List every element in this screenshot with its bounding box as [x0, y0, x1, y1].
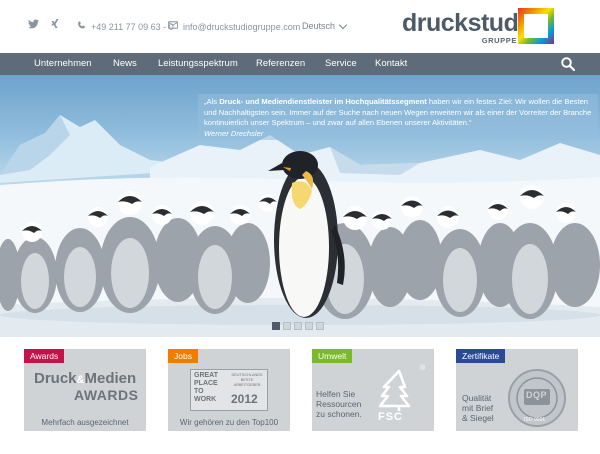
- hero-quote: „Als Druck- und Mediendienstleister im H…: [198, 94, 598, 140]
- card-caption-awards: Mehrfach ausgezeichnet: [41, 418, 129, 427]
- quote-author: Werner Drechsler: [204, 128, 264, 138]
- top-bar: +49 211 77 09 63 - 0 info@druckstudiogru…: [0, 0, 600, 53]
- slider-dot[interactable]: [305, 322, 313, 330]
- email-contact[interactable]: info@druckstudiogruppe.com: [168, 21, 300, 32]
- email-address: info@druckstudiogruppe.com: [183, 21, 301, 32]
- chevron-down-icon: [338, 20, 348, 29]
- phone-number: +49 211 77 09 63 - 0: [91, 22, 174, 32]
- language-selector[interactable]: Deutsch: [302, 20, 348, 31]
- druck-medien-awards-logo: Druck&Medien AWARDS: [34, 370, 139, 403]
- nav-item-leistungsspektrum[interactable]: Leistungsspektrum: [158, 53, 238, 75]
- fsc-label: FSC: [378, 411, 403, 423]
- main-navigation: Unternehmen News Leistungsspektrum Refer…: [0, 53, 600, 75]
- zertifikate-card[interactable]: Zertifikate Qualität mit Brief & Siegel …: [456, 349, 578, 431]
- envelope-icon: [168, 21, 178, 32]
- umwelt-text: Helfen Sie Ressourcen zu schonen.: [316, 389, 362, 419]
- slider-dot[interactable]: [316, 322, 324, 330]
- nav-item-kontakt[interactable]: Kontakt: [375, 53, 407, 75]
- phone-icon: [77, 21, 86, 33]
- umwelt-card[interactable]: Umwelt Helfen Sie Ressourcen zu schonen.…: [312, 349, 434, 431]
- slider-dot[interactable]: [294, 322, 302, 330]
- quote-open: „Als: [204, 97, 220, 106]
- awards-card[interactable]: Awards Druck&Medien AWARDS Mehrfach ausg…: [24, 349, 146, 431]
- great-place-to-work-badge: GREAT PLACE TO WORK DEUTSCHLANDS BESTE A…: [190, 369, 268, 411]
- nav-item-news[interactable]: News: [113, 53, 137, 75]
- slider-dot[interactable]: [272, 322, 280, 330]
- search-icon[interactable]: [560, 56, 576, 72]
- nav-item-service[interactable]: Service: [325, 53, 357, 75]
- jobs-card[interactable]: Jobs GREAT PLACE TO WORK DEUTSCHLANDS BE…: [168, 349, 290, 431]
- registered-mark: ®: [420, 365, 426, 372]
- quote-highlight: Druck- und Mediendienstleister im Hochqu…: [219, 97, 427, 106]
- company-logo[interactable]: druckstudio GRUPPE: [402, 8, 554, 46]
- slider-dot[interactable]: [283, 322, 291, 330]
- phone-contact[interactable]: +49 211 77 09 63 - 0: [77, 21, 174, 33]
- card-tag-zertifikate: Zertifikate: [456, 349, 506, 363]
- card-tag-umwelt: Umwelt: [312, 349, 353, 363]
- nav-item-unternehmen[interactable]: Unternehmen: [34, 53, 92, 75]
- logo-square-icon: [518, 8, 554, 44]
- nav-item-referenzen[interactable]: Referenzen: [256, 53, 305, 75]
- slider-pagination: [272, 322, 324, 330]
- hero-slider: „Als Druck- und Mediendienstleister im H…: [0, 75, 600, 337]
- xing-icon[interactable]: [50, 19, 60, 33]
- zertifikate-text: Qualität mit Brief & Siegel: [462, 393, 494, 423]
- seal-subtext: ISO 9001: [524, 417, 546, 423]
- card-caption-jobs: Wir gehören zu den Top100: [179, 418, 279, 427]
- language-label: Deutsch: [302, 21, 336, 31]
- logo-subtitle: GRUPPE: [481, 36, 517, 45]
- twitter-icon[interactable]: [28, 19, 39, 32]
- seal-text: DQP: [526, 390, 548, 400]
- card-tag-awards: Awards: [24, 349, 65, 363]
- card-tag-jobs: Jobs: [168, 349, 198, 363]
